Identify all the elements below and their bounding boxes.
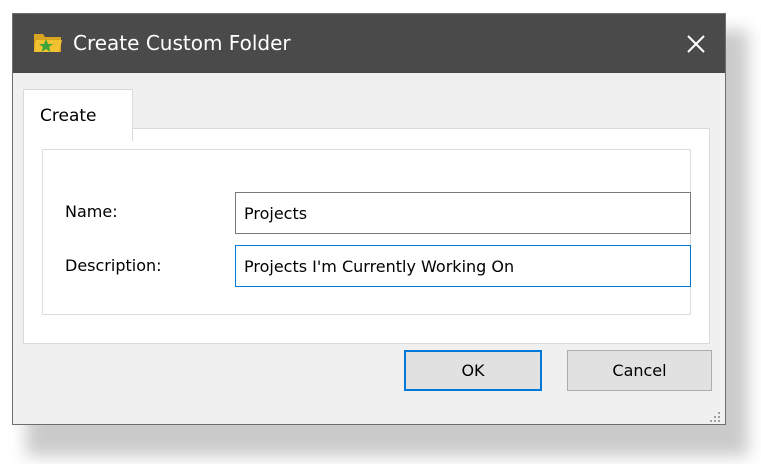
name-input[interactable] (235, 192, 691, 234)
ok-button[interactable]: OK (404, 350, 542, 391)
description-label: Description: (65, 256, 162, 275)
create-tab-panel: Name: Description: (23, 128, 710, 344)
name-label: Name: (65, 202, 118, 221)
folder-star-icon (33, 30, 63, 54)
close-button[interactable] (667, 14, 725, 73)
title-bar[interactable]: Create Custom Folder (13, 14, 725, 73)
description-input[interactable] (235, 245, 691, 287)
tab-create[interactable]: Create (23, 89, 133, 141)
window-title: Create Custom Folder (73, 31, 291, 55)
form-group-box: Name: Description: (42, 149, 691, 315)
tab-create-label: Create (40, 106, 97, 126)
close-icon (687, 34, 705, 53)
resize-grip-icon[interactable] (709, 408, 721, 422)
cancel-button[interactable]: Cancel (567, 350, 712, 391)
dialog-window: Create Custom Folder Create Name: Descri… (12, 13, 726, 425)
